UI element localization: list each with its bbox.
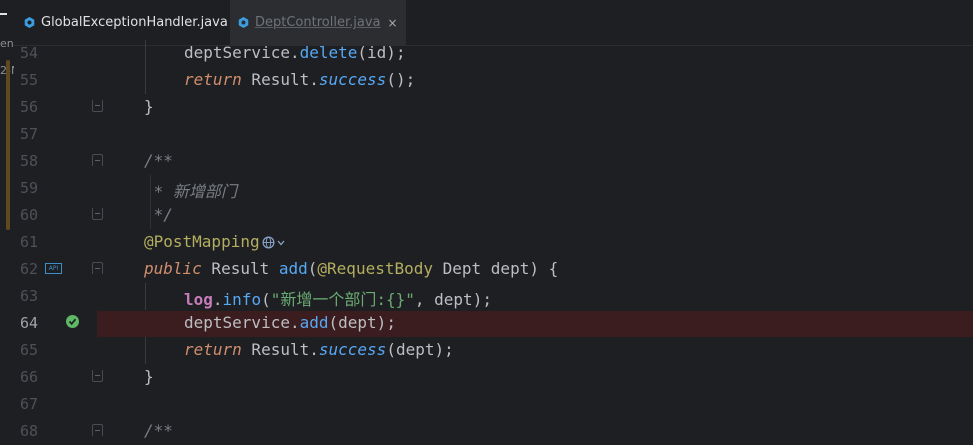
panel-minimize-icon[interactable] [0,13,7,15]
code-text: */ [144,205,173,224]
code-text: deptService.delete(id); [184,43,406,62]
code-line[interactable]: 55 return Result.success(); [14,67,973,94]
tab-label: DeptController.java [255,15,381,30]
fold-start-icon[interactable] [92,262,103,274]
code-text: @PostMapping [144,232,285,251]
line-number: 63 [19,287,38,305]
code-editor[interactable]: 54 deptService.delete(id); 55 return Res… [14,40,973,440]
api-endpoint-icon[interactable]: API [45,263,62,274]
tab-label: GlobalExceptionHandler.java [41,15,228,30]
fold-start-icon[interactable] [92,154,103,166]
fold-end-icon[interactable] [92,100,103,112]
code-text: } [144,97,154,116]
code-text: return Result.success(); [184,70,416,89]
breakpoint-line[interactable]: 64 deptService.add(dept); [14,310,973,337]
code-line[interactable]: 60 */ [14,202,973,229]
line-number: 56 [19,98,38,116]
code-text: return Result.success(dept); [184,340,454,359]
line-number: 68 [19,422,38,440]
indent-guide [145,337,146,364]
project-panel-edge: en 2-M [0,0,14,439]
java-class-icon [238,17,249,28]
code-line[interactable]: 56 } [14,94,973,121]
comment-guide [150,175,151,229]
code-line[interactable]: 57 [14,121,973,148]
code-line[interactable]: 62 API public Result add(@RequestBody De… [14,256,973,283]
java-class-icon [24,17,35,28]
panel-scrollbar[interactable] [6,60,10,230]
fold-end-icon[interactable] [92,208,103,220]
code-text: /** [144,421,173,440]
line-number: 60 [19,206,38,224]
fold-start-icon[interactable] [92,424,103,436]
line-number: 58 [19,152,38,170]
line-number: 67 [19,395,38,413]
line-number: 61 [19,233,38,251]
close-icon[interactable]: × [387,16,397,30]
code-line[interactable]: 59 * 新增部门 [14,175,973,202]
code-text: public Result add(@RequestBody Dept dept… [144,259,559,278]
line-number: 57 [19,125,38,143]
indent-guide [145,40,146,94]
line-number: 66 [19,368,38,386]
line-number: 64 [19,314,38,332]
code-line[interactable]: 66 } [14,364,973,391]
line-number: 65 [19,341,38,359]
indent-guide [145,283,146,310]
code-line[interactable]: 61 @PostMapping [14,229,973,256]
code-line[interactable]: 65 return Result.success(dept); [14,337,973,364]
code-line[interactable]: 68 /** [14,418,973,445]
code-text: /** [144,151,173,170]
tab-deptcontroller[interactable]: DeptController.java × [230,0,406,45]
line-number: 62 [19,260,38,278]
chevron-down-icon[interactable] [277,240,285,246]
code-line[interactable]: 58 /** [14,148,973,175]
line-number: 55 [19,71,38,89]
code-text: deptService.add(dept); [184,313,396,332]
code-line[interactable]: 63 log.info("新增一个部门:{}", dept); [14,283,973,310]
globe-icon[interactable] [262,236,275,249]
code-text: log.info("新增一个部门:{}", dept); [184,290,492,309]
code-line[interactable]: 67 [14,391,973,418]
code-text: } [144,367,154,386]
code-line[interactable]: 54 deptService.delete(id); [14,40,973,67]
breakpoint-check-icon[interactable] [66,315,79,328]
truncated-text: en [0,37,14,50]
tab-globalexceptionhandler[interactable]: GlobalExceptionHandler.java × [24,0,245,45]
line-number: 54 [19,44,38,62]
code-text: * 新增部门 [144,182,237,201]
line-number: 59 [19,179,38,197]
fold-end-icon[interactable] [92,370,103,382]
